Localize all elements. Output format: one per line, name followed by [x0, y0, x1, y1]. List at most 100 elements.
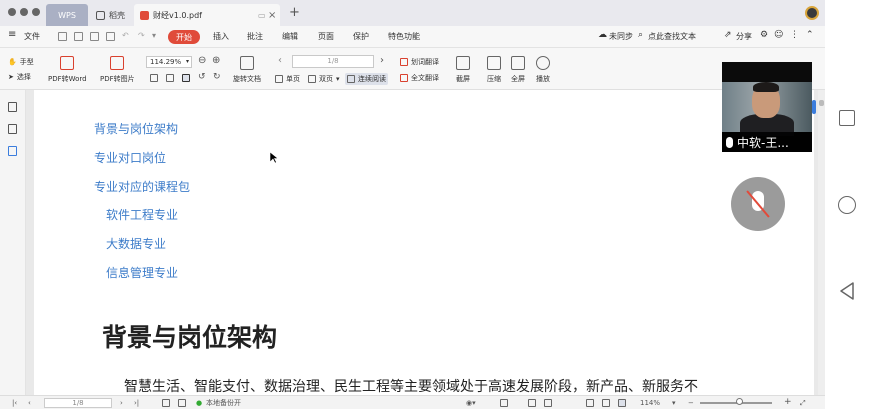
open-folder-icon[interactable] [58, 32, 67, 41]
single-page-button[interactable]: 单页 [275, 74, 300, 84]
zoom-slider-knob[interactable] [736, 398, 743, 405]
fit-width-icon[interactable] [182, 74, 190, 82]
next-page-icon[interactable]: › [380, 55, 384, 66]
menu-special-features[interactable]: 特色功能 [388, 31, 420, 42]
word-translate-button[interactable]: 划词翻译 [400, 57, 439, 67]
menu-protect[interactable]: 保护 [353, 31, 369, 42]
redo-icon[interactable]: ↷ [138, 31, 145, 40]
fullscreen-button[interactable]: 全屏 [511, 56, 525, 84]
menu-annotate[interactable]: 批注 [247, 31, 263, 42]
recent-apps-icon[interactable] [839, 110, 855, 126]
hamburger-menu-icon[interactable]: ≡ [8, 29, 16, 40]
tab-pin-icon[interactable]: ▭ [258, 11, 266, 20]
status-zoom-out-icon[interactable]: − [688, 398, 694, 408]
settings-gear-icon[interactable]: ⚙ [760, 30, 768, 40]
menu-page[interactable]: 页面 [318, 31, 334, 42]
rotate-document-label: 旋转文档 [233, 75, 261, 83]
rotate-left-icon[interactable]: ↺ [198, 72, 206, 82]
mute-microphone-button[interactable] [731, 177, 785, 231]
zoom-in-icon[interactable]: ⊕ [212, 55, 220, 66]
backup-status[interactable]: 本地备份开 [206, 398, 241, 408]
fit-page-icon[interactable] [166, 74, 174, 82]
full-translate-button[interactable]: 全文翻译 [400, 73, 439, 83]
new-tab-plus-icon[interactable]: + [289, 5, 300, 20]
status-zoom-dropdown-icon[interactable]: ▾ [672, 398, 676, 408]
rotate-document-button[interactable]: 旋转文档 [233, 56, 261, 84]
double-page-button[interactable]: 双页 ▾ [308, 74, 340, 84]
select-tool-button[interactable]: ➤ 选择 [8, 72, 31, 82]
skin-icon[interactable]: ☺ [774, 30, 783, 40]
toc-link-course-packages[interactable]: 专业对应的课程包 [94, 178, 190, 195]
actual-size-icon[interactable] [150, 74, 158, 82]
menu-file[interactable]: 文件 [24, 31, 40, 42]
bookmark-icon[interactable] [8, 102, 17, 112]
minimize-window-dot[interactable] [20, 8, 28, 16]
back-icon[interactable] [839, 282, 855, 300]
tab-close-icon[interactable]: × [268, 10, 276, 21]
expand-icon[interactable]: ⤢ [800, 398, 806, 408]
print-icon[interactable] [90, 32, 99, 41]
more-options-icon[interactable]: ⋮ [790, 30, 799, 40]
zoom-select[interactable]: 114.29% ▾ [146, 56, 192, 68]
toc-link-background[interactable]: 背景与岗位架构 [94, 120, 178, 137]
tab-docer[interactable]: 稻壳 [90, 4, 132, 26]
share-button[interactable]: 分享 [736, 31, 752, 42]
hand-tool-button[interactable]: ✋ 手型 [8, 57, 34, 67]
zoom-out-icon[interactable]: ⊖ [198, 55, 206, 66]
home-icon[interactable] [838, 196, 856, 214]
screenshot-button[interactable]: 截屏 [456, 56, 470, 84]
last-page-icon[interactable]: ›| [134, 398, 139, 408]
toc-link-big-data[interactable]: 大数据专业 [106, 235, 166, 252]
user-avatar[interactable] [805, 6, 819, 20]
participant-video[interactable]: 中软-王... [722, 62, 812, 152]
quick-access-dropdown-icon[interactable]: ▾ [152, 31, 156, 40]
page-number-input[interactable]: 1/8 [292, 55, 374, 68]
floating-panel-handle[interactable] [812, 100, 816, 114]
continuous-reading-button[interactable]: 连续阅读 [345, 73, 388, 85]
maximize-window-dot[interactable] [32, 8, 40, 16]
document-viewport[interactable]: 背景与岗位架构 专业对口岗位 专业对应的课程包 软件工程专业 大数据专业 信息管… [26, 90, 818, 395]
exit-fullscreen-icon[interactable] [178, 399, 186, 407]
vertical-scrollbar[interactable] [818, 90, 825, 395]
toc-link-information-management[interactable]: 信息管理专业 [106, 264, 178, 281]
status-previous-page-icon[interactable]: ‹ [28, 398, 31, 408]
collapse-ribbon-icon[interactable]: ⌃ [806, 30, 814, 40]
pdf-to-image-button[interactable]: PDF转图片 [100, 56, 135, 84]
pdf-file-icon [140, 10, 149, 20]
status-fit-page-icon[interactable] [602, 399, 610, 407]
tab-wps[interactable]: WPS [46, 4, 88, 26]
status-actual-size-icon[interactable] [586, 399, 594, 407]
tab-document[interactable]: 财经v1.0.pdf ▭ × [134, 4, 280, 26]
pdf-to-word-label: PDF转Word [48, 75, 87, 83]
menu-start-tab[interactable]: 开始 [168, 30, 200, 44]
menu-insert[interactable]: 插入 [213, 31, 229, 42]
find-text-input[interactable]: 点此查找文本 [648, 31, 696, 42]
play-button[interactable]: 播放 [536, 56, 550, 84]
status-continuous-icon[interactable] [544, 399, 552, 407]
first-page-icon[interactable]: |‹ [12, 398, 17, 408]
close-window-dot[interactable] [8, 8, 16, 16]
status-zoom-value[interactable]: 114% [640, 398, 660, 408]
toc-link-matching-positions[interactable]: 专业对口岗位 [94, 149, 166, 166]
compress-button[interactable]: 压缩 [487, 56, 501, 84]
eye-protection-icon[interactable]: ◉▾ [466, 398, 476, 408]
previous-page-icon[interactable]: ‹ [278, 55, 282, 66]
toc-link-software-engineering[interactable]: 软件工程专业 [106, 206, 178, 223]
scrollbar-thumb[interactable] [819, 100, 824, 106]
save-icon[interactable] [74, 32, 83, 41]
status-next-page-icon[interactable]: › [120, 398, 123, 408]
undo-icon[interactable]: ↶ [122, 31, 129, 40]
pdf-to-word-button[interactable]: PDF转Word [48, 56, 87, 84]
status-zoom-in-icon[interactable]: + [784, 397, 792, 407]
annotation-list-icon[interactable] [8, 146, 17, 156]
rotate-right-icon[interactable]: ↻ [213, 72, 221, 82]
menu-edit[interactable]: 编辑 [282, 31, 298, 42]
thumbnail-icon[interactable] [8, 124, 17, 134]
print-preview-icon[interactable] [106, 32, 115, 41]
status-single-page-icon[interactable] [500, 399, 508, 407]
status-double-page-icon[interactable] [528, 399, 536, 407]
status-fit-width-icon[interactable] [618, 399, 626, 407]
status-page-input[interactable]: 1/8 [44, 398, 112, 408]
sidebar-toggle-icon[interactable] [162, 399, 170, 407]
sync-status[interactable]: 未同步 [609, 31, 633, 42]
